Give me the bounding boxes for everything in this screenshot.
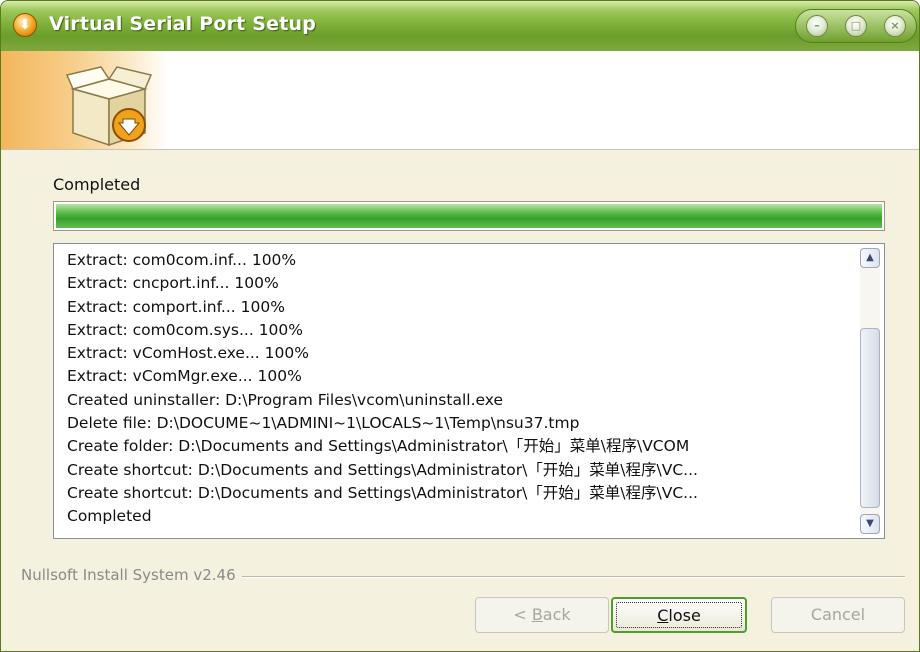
- back-button[interactable]: < Back: [475, 597, 609, 633]
- installer-box-icon: [65, 66, 153, 147]
- log-lines: Extract: com0com.inf... 100% Extract: cnc…: [67, 249, 847, 529]
- cancel-button[interactable]: Cancel: [771, 597, 905, 633]
- progress-fill: [56, 204, 882, 228]
- log-line: Extract: com0com.sys... 100%: [67, 320, 304, 339]
- status-label: Completed: [53, 175, 141, 194]
- header-banner: [1, 51, 919, 150]
- back-label-rest: ack: [542, 605, 571, 624]
- log-line: Create shortcut: D:\Documents and Settin…: [67, 460, 698, 479]
- setup-window: Virtual Serial Port Setup – □ × Complete…: [0, 0, 920, 652]
- log-line: Extract: comport.inf... 100%: [67, 297, 285, 316]
- close-icon[interactable]: ×: [884, 15, 906, 37]
- close-button[interactable]: Close: [611, 597, 747, 633]
- branding-label: Nullsoft Install System v2.46: [21, 566, 242, 584]
- back-mnemonic: B: [531, 605, 543, 624]
- log-line: Extract: vComHost.exe... 100%: [67, 344, 309, 363]
- log-line: Create shortcut: D:\Documents and Settin…: [67, 483, 698, 502]
- scroll-thumb[interactable]: [860, 328, 880, 508]
- scroll-up-icon: ▲: [866, 252, 874, 263]
- log-line: Created uninstaller: D:\Program Files\vc…: [67, 390, 503, 409]
- scroll-down-icon: ▼: [866, 518, 874, 529]
- title-bar[interactable]: Virtual Serial Port Setup – □ ×: [1, 1, 919, 51]
- log-line: Create folder: D:\Documents and Settings…: [67, 437, 690, 456]
- back-prefix: <: [513, 605, 532, 624]
- window-controls: – □ ×: [795, 9, 917, 43]
- install-log[interactable]: Extract: com0com.inf... 100% Extract: cnc…: [53, 243, 885, 539]
- progress-bar: [53, 201, 885, 231]
- minimize-icon[interactable]: –: [806, 15, 828, 37]
- scroll-up-button[interactable]: ▲: [860, 248, 880, 268]
- log-line: Completed: [67, 507, 152, 526]
- focus-rect: [616, 602, 742, 628]
- maximize-icon[interactable]: □: [845, 15, 867, 37]
- log-line: Extract: com0com.inf... 100%: [67, 251, 297, 269]
- log-line: Extract: cncport.inf... 100%: [67, 274, 279, 293]
- log-line: Extract: vComMgr.exe... 100%: [67, 367, 302, 386]
- scroll-down-button[interactable]: ▼: [860, 514, 880, 534]
- log-line: Delete file: D:\DOCUME~1\ADMINI~1\LOCALS…: [67, 414, 580, 433]
- window-title: Virtual Serial Port Setup: [49, 13, 317, 35]
- setup-app-icon: [13, 13, 37, 37]
- log-scrollbar[interactable]: ▲ ▼: [860, 248, 880, 534]
